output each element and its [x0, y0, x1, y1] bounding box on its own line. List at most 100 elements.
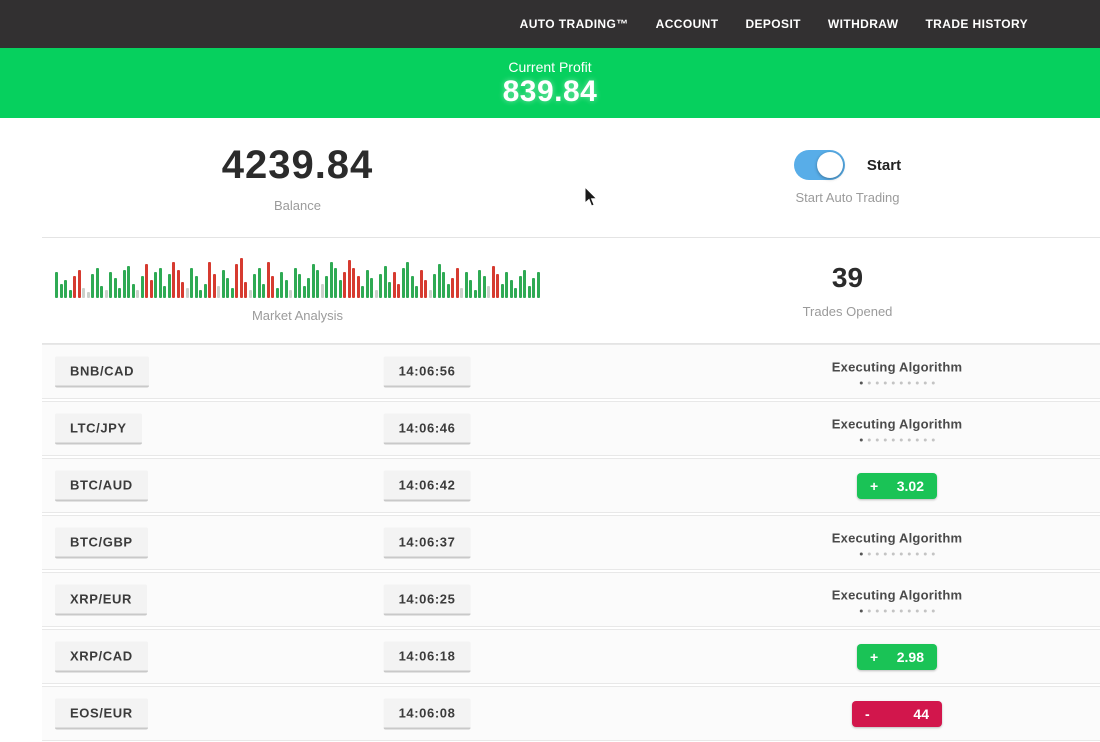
market-bar [420, 270, 423, 298]
trade-status: +2.98 [857, 644, 937, 670]
trade-status: Executing Algorithm [832, 416, 962, 441]
market-bar [136, 290, 139, 298]
market-bar [330, 262, 333, 298]
trades-opened-value: 39 [832, 262, 863, 294]
pair-badge[interactable]: EOS/EUR [55, 698, 148, 729]
current-profit-value: 839.84 [503, 75, 598, 109]
market-bar [262, 284, 265, 298]
market-bar [510, 280, 513, 298]
market-bar [190, 268, 193, 298]
trade-status: +3.02 [857, 473, 937, 499]
market-bar [231, 288, 234, 298]
nav-item-withdraw[interactable]: WITHDRAW [828, 17, 899, 31]
market-bar [465, 272, 468, 298]
amount-value: 44 [913, 706, 929, 722]
market-bar [505, 272, 508, 298]
table-row: XRP/CAD 14:06:18 +2.98 [42, 629, 1100, 684]
market-bar [316, 270, 319, 298]
nav-item-trade-history[interactable]: TRADE HISTORY [925, 17, 1028, 31]
market-bar [483, 276, 486, 298]
time-badge: 14:06:46 [384, 413, 471, 444]
market-bar [154, 272, 157, 298]
time-badge: 14:06:08 [384, 698, 471, 729]
table-row: BTC/AUD 14:06:42 +3.02 [42, 458, 1100, 513]
market-bar [141, 276, 144, 298]
market-bar [442, 272, 445, 298]
market-bar [537, 272, 540, 298]
nav-item-deposit[interactable]: DEPOSIT [745, 17, 800, 31]
executing-algorithm-label: Executing Algorithm [832, 416, 962, 431]
market-bar [366, 270, 369, 298]
market-bar [132, 284, 135, 298]
market-bar [213, 274, 216, 298]
trade-status: Executing Algorithm [832, 530, 962, 555]
balance-value: 4239.84 [222, 143, 374, 188]
market-bar [411, 276, 414, 298]
market-bar [258, 268, 261, 298]
pair-badge[interactable]: LTC/JPY [55, 413, 142, 444]
market-bar [370, 278, 373, 298]
market-analysis-label: Market Analysis [252, 308, 343, 323]
market-bar [415, 286, 418, 298]
nav-item-account[interactable]: ACCOUNT [656, 17, 719, 31]
market-bar [379, 274, 382, 298]
market-bar [469, 280, 472, 298]
market-bar [55, 272, 58, 298]
trades-list: BNB/CAD 14:06:56 Executing Algorithm LTC… [42, 344, 1100, 741]
pair-badge[interactable]: XRP/CAD [55, 641, 148, 672]
market-bar [150, 280, 153, 298]
market-bar [208, 262, 211, 298]
market-bar [276, 288, 279, 298]
market-bar [118, 288, 121, 298]
market-bar [249, 290, 252, 298]
market-analysis-section: Market Analysis 39 Trades Opened [0, 238, 1100, 343]
progress-dots [832, 609, 962, 612]
profit-badge: +2.98 [857, 644, 937, 670]
market-bar [334, 268, 337, 298]
market-bar [177, 270, 180, 298]
table-row: BTC/GBP 14:06:37 Executing Algorithm [42, 515, 1100, 570]
executing-algorithm-label: Executing Algorithm [832, 530, 962, 545]
market-bar [393, 272, 396, 298]
trade-status: Executing Algorithm [832, 359, 962, 384]
progress-dots [832, 381, 962, 384]
executing-algorithm-label: Executing Algorithm [832, 359, 962, 374]
market-bar [294, 268, 297, 298]
nav-item-auto-trading[interactable]: AUTO TRADING™ [520, 17, 629, 31]
market-bar [325, 276, 328, 298]
market-bar [501, 284, 504, 298]
executing-algorithm-label: Executing Algorithm [832, 587, 962, 602]
table-row: XRP/EUR 14:06:25 Executing Algorithm [42, 572, 1100, 627]
pair-badge[interactable]: BTC/GBP [55, 527, 148, 558]
market-bar [361, 286, 364, 298]
market-bar [321, 284, 324, 298]
market-bar [114, 278, 117, 298]
current-profit-label: Current Profit [508, 59, 591, 75]
pair-badge[interactable]: XRP/EUR [55, 584, 147, 615]
market-bar [523, 270, 526, 298]
market-bar [267, 262, 270, 298]
market-bar [60, 284, 63, 298]
market-bar [244, 282, 247, 298]
progress-dots [832, 438, 962, 441]
market-bar [100, 286, 103, 298]
market-bar [348, 260, 351, 298]
market-bar [78, 270, 81, 298]
time-badge: 14:06:37 [384, 527, 471, 558]
market-bar [235, 264, 238, 298]
market-bar [159, 268, 162, 298]
pair-badge[interactable]: BTC/AUD [55, 470, 148, 501]
market-bar [492, 266, 495, 298]
market-bar [438, 264, 441, 298]
market-bar [478, 270, 481, 298]
loss-badge: -44 [852, 701, 942, 727]
market-bar [199, 290, 202, 298]
market-bar [69, 290, 72, 298]
trade-status: -44 [852, 701, 942, 727]
market-bar [375, 290, 378, 298]
market-bar [352, 268, 355, 298]
market-bar [357, 276, 360, 298]
market-bar [87, 292, 90, 298]
auto-trading-toggle[interactable] [794, 150, 845, 180]
pair-badge[interactable]: BNB/CAD [55, 356, 149, 387]
